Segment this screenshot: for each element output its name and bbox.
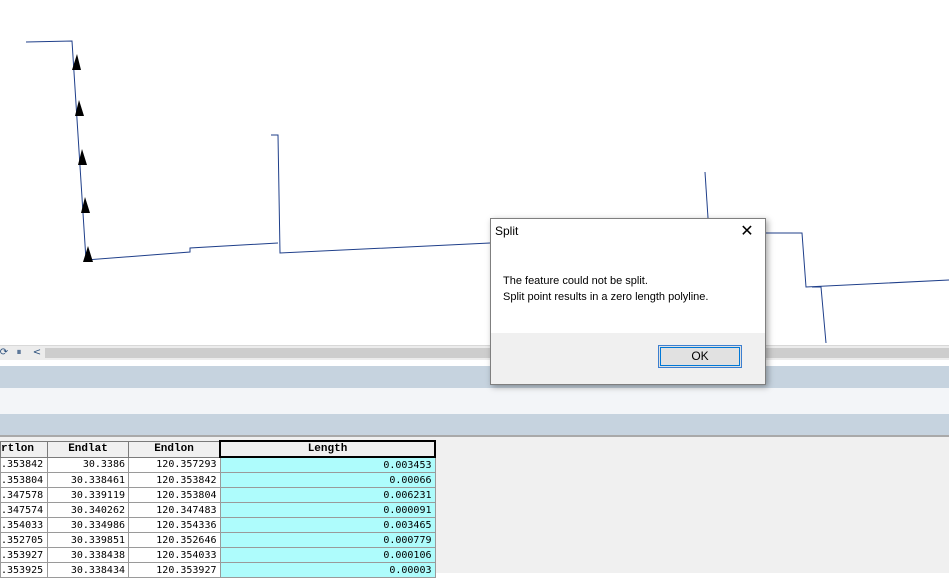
table-cell[interactable]: .353927 (0, 547, 48, 563)
table-cell[interactable]: 120.354033 (128, 547, 221, 563)
direction-arrow (83, 246, 93, 262)
table-row[interactable]: .353927 30.338438 120.354033 0.000106 (0, 547, 436, 563)
table-cell[interactable]: .353925 (0, 562, 48, 578)
table-cell[interactable]: 0.000106 (219, 547, 436, 563)
map-nav-bar: ⟳ ⏸ < (0, 345, 949, 360)
dialog-title: Split (495, 224, 519, 238)
table-row[interactable]: .352705 30.339851 120.352646 0.000779 (0, 532, 436, 548)
table-cell[interactable]: 0.003453 (219, 456, 436, 473)
table-row[interactable]: .353804 30.338461 120.353842 0.00066 (0, 472, 436, 488)
close-icon[interactable]: ✕ (739, 222, 755, 240)
table-window-titlebar (0, 366, 949, 388)
table-row[interactable]: .353925 30.338434 120.353927 0.00003 (0, 562, 436, 578)
pause-icon[interactable]: ⏸ (13, 346, 25, 360)
table-cell[interactable]: 30.334986 (47, 517, 129, 533)
ok-button[interactable]: OK (658, 345, 742, 368)
polyline-feature (271, 134, 491, 254)
table-cell[interactable]: 0.003465 (219, 517, 436, 533)
column-header-startlon[interactable]: rtlon (0, 440, 48, 458)
table-cell[interactable]: 30.338461 (47, 472, 129, 488)
table-row[interactable]: .354033 30.334986 120.354336 0.003465 (0, 517, 436, 533)
table-cell[interactable]: 30.338434 (47, 562, 129, 578)
split-error-dialog: Split ✕ The feature could not be split. … (490, 218, 766, 385)
table-cell[interactable]: .353842 (0, 456, 48, 473)
table-toolbar (0, 388, 949, 414)
scroll-left-icon[interactable]: < (31, 346, 43, 360)
table-row[interactable]: .347574 30.340262 120.347483 0.000091 (0, 502, 436, 518)
dialog-message-line: Split point results in a zero length pol… (503, 291, 709, 303)
table-cell[interactable]: 120.352646 (128, 532, 221, 548)
table-header-row: rtlon Endlat Endlon Length (0, 440, 436, 458)
column-header-endlon[interactable]: Endlon (128, 440, 221, 458)
table-cell[interactable]: 30.339851 (47, 532, 129, 548)
table-cell[interactable]: .353804 (0, 472, 48, 488)
table-cell[interactable]: 0.000091 (219, 502, 436, 518)
column-header-endlat[interactable]: Endlat (47, 440, 129, 458)
table-cell[interactable]: 120.354336 (128, 517, 221, 533)
table-cell[interactable]: .347578 (0, 487, 48, 503)
map-canvas[interactable] (0, 0, 949, 345)
table-cell[interactable]: .354033 (0, 517, 48, 533)
attribute-table: rtlon Endlat Endlon Length .353842 30.33… (0, 440, 436, 578)
dialog-footer: OK (491, 333, 765, 384)
dialog-message-line: The feature could not be split. (503, 275, 648, 287)
column-header-length[interactable]: Length (219, 440, 436, 458)
table-row[interactable]: .347578 30.339119 120.353804 0.006231 (0, 487, 436, 503)
table-row[interactable]: .353842 30.3386 120.357293 0.003453 (0, 456, 436, 473)
table-cell[interactable]: 30.338438 (47, 547, 129, 563)
refresh-icon[interactable]: ⟳ (0, 346, 10, 360)
table-cell[interactable]: 120.353927 (128, 562, 221, 578)
table-cell[interactable]: 120.357293 (128, 456, 221, 473)
table-cell[interactable]: 120.347483 (128, 502, 221, 518)
dialog-message: The feature could not be split. Split po… (503, 273, 753, 305)
polyline-feature (812, 286, 827, 344)
table-cell[interactable]: 120.353842 (128, 472, 221, 488)
table-tab-strip (0, 414, 949, 435)
polyline-feature (764, 232, 949, 288)
table-cell[interactable]: 0.006231 (219, 487, 436, 503)
table-cell[interactable]: .352705 (0, 532, 48, 548)
table-cell[interactable]: 30.3386 (47, 456, 129, 473)
polyline-feature (25, 40, 279, 261)
table-cell[interactable]: .347574 (0, 502, 48, 518)
table-cell[interactable]: 0.00003 (219, 562, 436, 578)
polyline-layer (25, 40, 949, 344)
table-cell[interactable]: 30.339119 (47, 487, 129, 503)
table-cell[interactable]: 0.00066 (219, 472, 436, 488)
table-cell[interactable]: 120.353804 (128, 487, 221, 503)
table-cell[interactable]: 30.340262 (47, 502, 129, 518)
table-cell[interactable]: 0.000779 (219, 532, 436, 548)
polyline-feature (704, 171, 709, 219)
